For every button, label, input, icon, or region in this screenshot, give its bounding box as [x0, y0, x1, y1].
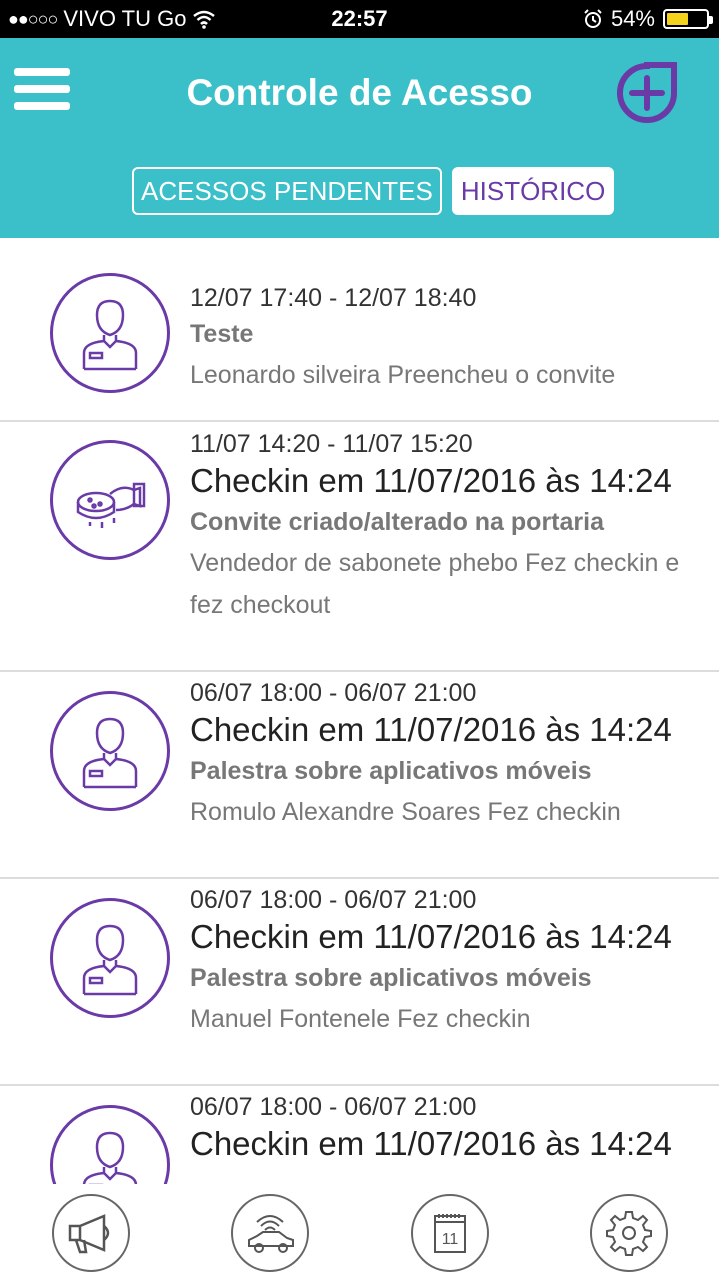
- battery-icon: [663, 9, 713, 29]
- calendar-icon: 11: [434, 1214, 466, 1253]
- page-title: Controle de Acesso: [186, 72, 533, 113]
- event-date: 06/07 18:00 - 06/07 21:00: [190, 886, 477, 914]
- event-description: Leonardo silveira Preencheu o convite: [190, 361, 616, 389]
- person-icon: [50, 273, 170, 393]
- megaphone-button[interactable]: [52, 1194, 130, 1272]
- battery-level: [667, 13, 688, 25]
- event-description: Romulo Alexandre Soares Fez checkin: [190, 798, 621, 826]
- calendar-button[interactable]: 11: [411, 1194, 489, 1272]
- alarm-icon: [584, 9, 602, 28]
- list-item[interactable]: 12/07 17:40 - 12/07 18:40 Teste Leonardo…: [0, 238, 719, 422]
- list-item[interactable]: 11/07 14:20 - 11/07 15:20 Checkin em 11/…: [0, 422, 719, 672]
- battery-percent: 54%: [610, 6, 655, 31]
- list-item[interactable]: 06/07 18:00 - 06/07 21:00 Checkin em 11/…: [0, 1086, 719, 1184]
- person-icon: [50, 898, 170, 1018]
- event-date: 11/07 14:20 - 11/07 15:20: [190, 430, 473, 458]
- event-date: 06/07 18:00 - 06/07 21:00: [190, 1093, 477, 1121]
- gear-icon: [606, 1211, 652, 1256]
- car-signal-icon: [248, 1215, 294, 1253]
- tab-bar: ACESSOS PENDENTES HISTÓRICO: [132, 167, 615, 215]
- tab-acessos-pendentes[interactable]: ACESSOS PENDENTES: [132, 167, 442, 215]
- event-title: Palestra sobre aplicativos móveis: [190, 964, 592, 992]
- checkin-info: Checkin em 11/07/2016 às 14:24: [190, 462, 672, 499]
- checkin-info: Checkin em 11/07/2016 às 14:24: [190, 918, 672, 955]
- history-list: 12/07 17:40 - 12/07 18:40 Teste Leonardo…: [0, 238, 719, 1184]
- list-item[interactable]: 06/07 18:00 - 06/07 21:00 Checkin em 11/…: [0, 672, 719, 879]
- app-header: Controle de Acesso ACESSOS PENDENTES HIS…: [0, 38, 719, 238]
- event-title: Convite criado/alterado na portaria: [190, 508, 604, 536]
- event-date: 12/07 17:40 - 12/07 18:40: [190, 284, 477, 312]
- event-title: Palestra sobre aplicativos móveis: [190, 757, 592, 785]
- event-date: 06/07 18:00 - 06/07 21:00: [190, 679, 477, 707]
- megaphone-icon: [68, 1214, 110, 1254]
- vehicle-access-button[interactable]: [231, 1194, 309, 1272]
- soap-icon: [50, 440, 170, 560]
- tab-historico[interactable]: HISTÓRICO: [451, 167, 615, 215]
- list-item[interactable]: 06/07 18:00 - 06/07 21:00 Checkin em 11/…: [0, 879, 719, 1086]
- bottom-navigation: 11: [0, 1184, 719, 1280]
- event-description: Manuel Fontenele Fez checkin: [190, 1005, 531, 1033]
- add-icon: [617, 62, 677, 123]
- add-button[interactable]: [614, 60, 680, 126]
- settings-button[interactable]: [590, 1194, 668, 1272]
- person-icon: [50, 691, 170, 811]
- person-icon: [50, 1105, 170, 1184]
- checkin-info: Checkin em 11/07/2016 às 14:24: [190, 711, 672, 748]
- event-title: Teste: [190, 320, 254, 348]
- calendar-day: 11: [442, 1231, 459, 1248]
- checkin-info: Checkin em 11/07/2016 às 14:24: [190, 1125, 672, 1162]
- status-bar: ●●○○○ VIVO TU Go 22:57 54%: [0, 0, 719, 38]
- event-description: Vendedor de sabonete phebo Fez checkin e…: [190, 549, 680, 619]
